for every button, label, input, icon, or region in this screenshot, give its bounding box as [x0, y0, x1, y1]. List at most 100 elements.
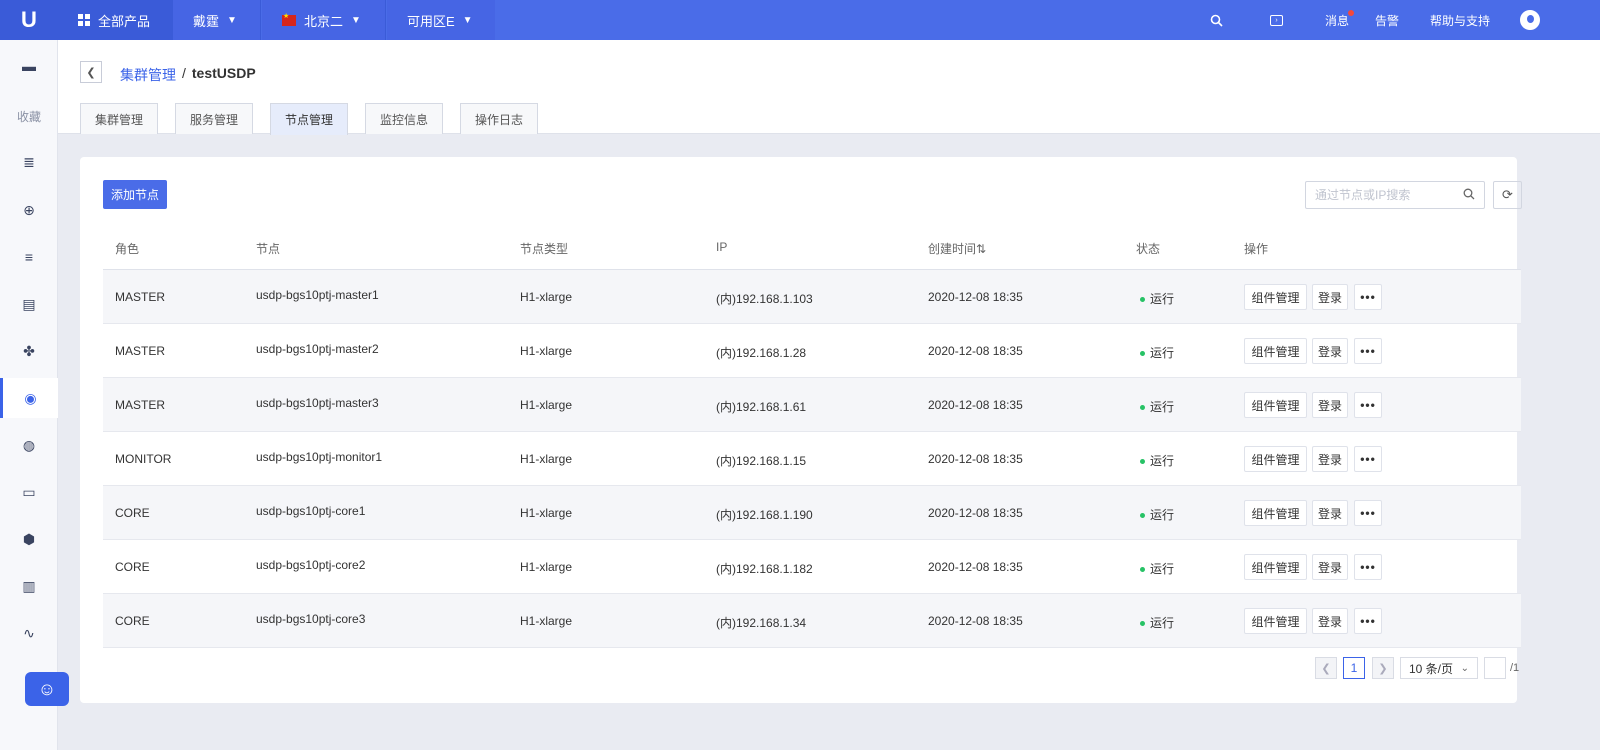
more-actions-button[interactable]: ••• [1354, 608, 1382, 634]
network-icon[interactable]: ⊕ [0, 190, 58, 230]
breadcrumb-separator: / [182, 65, 186, 81]
search-input[interactable] [1315, 188, 1455, 202]
next-page-button[interactable]: ❯ [1372, 657, 1394, 679]
login-button[interactable]: 登录 [1312, 554, 1348, 580]
cell-created-time: 2020-12-08 18:35 [928, 506, 1023, 520]
cell-role: CORE [115, 614, 150, 628]
monitor-icon[interactable]: ▬ [0, 46, 58, 86]
project-label: 戴霆 [193, 13, 220, 29]
table-body: MASTER usdp-bgs10ptj-master1 H1-xlarge (内)1… [103, 270, 1521, 648]
china-flag-icon [282, 12, 296, 26]
login-button[interactable]: 登录 [1312, 608, 1348, 634]
all-products-menu[interactable]: 全部产品 [58, 0, 173, 40]
zone-selector[interactable]: 可用区E ▼ [387, 0, 495, 40]
tab-node-management[interactable]: 节点管理 [270, 103, 348, 135]
current-page[interactable]: 1 [1343, 657, 1365, 679]
more-actions-button[interactable]: ••• [1354, 500, 1382, 526]
component-manage-button[interactable]: 组件管理 [1244, 338, 1307, 364]
region-selector[interactable]: 北京二 ▼ [262, 0, 386, 40]
breadcrumb-parent-link[interactable]: 集群管理 [120, 65, 176, 85]
component-manage-button[interactable]: 组件管理 [1244, 392, 1307, 418]
document-icon[interactable]: ▤ [0, 284, 58, 324]
search-icon[interactable] [1463, 188, 1475, 203]
cell-node: usdp-bgs10ptj-master1 [256, 288, 379, 302]
page-size-select[interactable]: 10 条/页 ⌄ [1400, 657, 1478, 679]
col-actions: 操作 [1244, 242, 1269, 256]
page-jump-input[interactable] [1484, 657, 1506, 679]
db-stack-icon[interactable]: ▥ [0, 566, 58, 606]
chat-assistant-icon[interactable]: ☺ [25, 672, 69, 706]
chevron-down-icon: ▼ [462, 14, 473, 26]
box-icon[interactable]: ⬢ [0, 519, 58, 559]
status-badge: 运行 [1140, 344, 1174, 361]
login-button[interactable]: 登录 [1312, 446, 1348, 472]
component-manage-button[interactable]: 组件管理 [1244, 446, 1307, 472]
cell-node: usdp-bgs10ptj-core2 [256, 558, 366, 572]
col-created-time[interactable]: 创建时间⇅ [928, 240, 986, 257]
login-button[interactable]: 登录 [1312, 500, 1348, 526]
more-actions-button[interactable]: ••• [1354, 284, 1382, 310]
more-actions-button[interactable]: ••• [1354, 446, 1382, 472]
add-node-button[interactable]: 添加节点 [103, 180, 167, 209]
tab-service-management[interactable]: 服务管理 [175, 103, 253, 134]
login-button[interactable]: 登录 [1312, 392, 1348, 418]
cell-role: CORE [115, 560, 150, 574]
project-selector[interactable]: 戴霆 ▼ [173, 0, 261, 40]
sidebar: ▬ 收藏 ≣ ⊕ ≡ ▤ ✤ ◉ ◍ ▭ ⬢ ▥ ∿ [0, 40, 58, 750]
cell-ip: (内)192.168.1.28 [716, 346, 807, 360]
page-total: /1 [1510, 662, 1520, 674]
status-label: 运行 [1150, 292, 1175, 306]
service-icon[interactable]: ◍ [0, 425, 58, 465]
storage-icon[interactable]: ▭ [0, 472, 58, 512]
cell-node-type: H1-xlarge [520, 560, 573, 574]
tab-operation-log[interactable]: 操作日志 [460, 103, 538, 134]
component-manage-button[interactable]: 组件管理 [1244, 554, 1307, 580]
cell-created-time: 2020-12-08 18:35 [928, 290, 1023, 304]
col-node: 节点 [256, 242, 281, 256]
chevron-down-icon: ▼ [351, 14, 361, 26]
alerts-link[interactable]: 告警 [1375, 0, 1399, 40]
cell-ip: (内)192.168.1.15 [716, 454, 807, 468]
more-actions-button[interactable]: ••• [1354, 392, 1382, 418]
cell-ip: (内)192.168.1.182 [716, 562, 813, 576]
component-manage-button[interactable]: 组件管理 [1244, 608, 1307, 634]
help-link[interactable]: 帮助与支持 [1430, 0, 1490, 40]
component-manage-button[interactable]: 组件管理 [1244, 284, 1307, 310]
messages-link[interactable]: 消息 [1325, 0, 1355, 40]
status-dot-icon [1140, 567, 1145, 573]
more-actions-button[interactable]: ••• [1354, 338, 1382, 364]
cluster-icon[interactable]: ✤ [0, 331, 58, 371]
status-label: 运行 [1150, 616, 1175, 630]
cell-created-time: 2020-12-08 18:35 [928, 344, 1023, 358]
login-button[interactable]: 登录 [1312, 338, 1348, 364]
status-label: 运行 [1150, 454, 1175, 468]
cell-created-time: 2020-12-08 18:35 [928, 614, 1023, 628]
terminal-icon[interactable]: › [1270, 0, 1290, 40]
cell-role: MASTER [115, 344, 166, 358]
tab-monitoring[interactable]: 监控信息 [365, 103, 443, 134]
refresh-button[interactable]: ⟳ [1493, 181, 1522, 209]
usdp-icon[interactable]: ◉ [0, 378, 58, 418]
table-row: MASTER usdp-bgs10ptj-master1 H1-xlarge (内)1… [103, 270, 1521, 324]
cell-node-type: H1-xlarge [520, 290, 573, 304]
more-actions-button[interactable]: ••• [1354, 554, 1382, 580]
status-badge: 运行 [1140, 560, 1174, 577]
top-nav-bar: U 全部产品 戴霆 ▼ 北京二 ▼ 可用区E ▼ › 消息 告警 帮助与支持 [0, 0, 1600, 40]
cell-node: usdp-bgs10ptj-monitor1 [256, 450, 383, 464]
table-row: MASTER usdp-bgs10ptj-master2 H1-xlarge (内)1… [103, 324, 1521, 378]
tab-cluster-management[interactable]: 集群管理 [80, 103, 158, 134]
cell-role: MASTER [115, 398, 166, 412]
cell-node: usdp-bgs10ptj-master3 [256, 396, 379, 410]
search-icon[interactable] [1210, 0, 1230, 40]
component-manage-button[interactable]: 组件管理 [1244, 500, 1307, 526]
login-button[interactable]: 登录 [1312, 284, 1348, 310]
activity-icon[interactable]: ∿ [0, 613, 58, 653]
server-list-icon[interactable]: ≣ [0, 142, 58, 182]
cell-ip: (内)192.168.1.190 [716, 508, 813, 522]
back-button[interactable]: ❮ [80, 61, 102, 83]
cell-node-type: H1-xlarge [520, 344, 573, 358]
prev-page-button[interactable]: ❮ [1315, 657, 1337, 679]
user-avatar-icon[interactable] [1520, 0, 1542, 40]
logo[interactable]: U [0, 0, 58, 40]
database-icon[interactable]: ≡ [0, 237, 58, 277]
